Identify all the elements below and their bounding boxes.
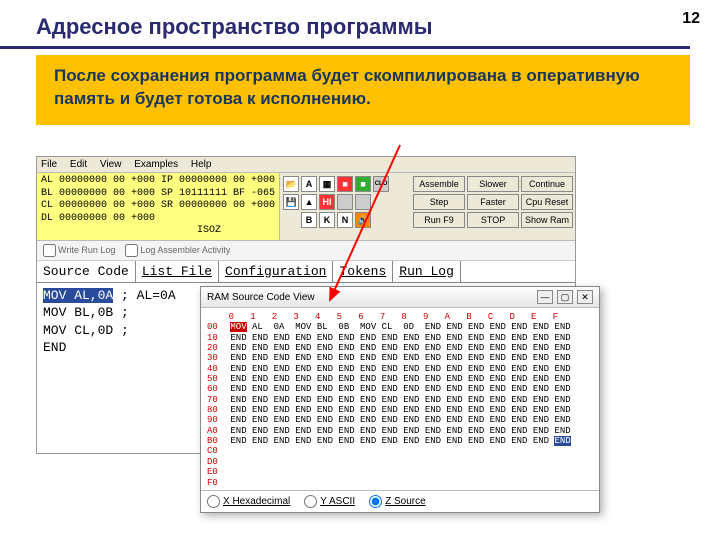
red-icon[interactable]: ■ [337, 176, 353, 192]
g2-icon[interactable] [355, 194, 371, 210]
callout-box: После сохранения программа будет скомпил… [36, 55, 690, 125]
tab-tokens[interactable]: Tokens [333, 261, 393, 282]
tab-runlog[interactable]: Run Log [393, 261, 461, 282]
ram-view-mode: X Hexadecimal Y ASCII Z Source [201, 490, 599, 512]
slower-button[interactable]: Slower [467, 176, 519, 192]
run-button[interactable]: Run F9 [413, 212, 465, 228]
sound-icon[interactable]: 🔊 [355, 212, 371, 228]
radio-ascii[interactable] [304, 495, 317, 508]
write-run-log-checkbox[interactable] [43, 244, 56, 257]
a-icon[interactable]: A [301, 176, 317, 192]
menu-examples[interactable]: Examples [134, 159, 178, 170]
radio-source-label: Z Source [385, 496, 426, 507]
faster-button[interactable]: Faster [467, 194, 519, 210]
g1-icon[interactable] [337, 194, 353, 210]
ram-grid: 0 1 2 3 4 5 6 7 8 9 A B C D E F00 MOV AL… [201, 308, 599, 490]
hi-icon[interactable]: HI [319, 194, 335, 210]
up-icon[interactable]: ▲ [301, 194, 317, 210]
editor-tabs: Source Code List File Configuration Toke… [37, 261, 575, 283]
control-buttons: Assemble Slower Continue Step Faster Cpu… [410, 173, 576, 240]
stop-button[interactable]: STOP [467, 212, 519, 228]
menu-help[interactable]: Help [191, 159, 212, 170]
grid-icon[interactable]: ▦ [319, 176, 335, 192]
src-line-0-rest: ; AL=0A [113, 288, 175, 303]
ram-window: RAM Source Code View — ▢ ✕ 0 1 2 3 4 5 6… [200, 286, 600, 513]
register-panel: AL 00000000 00 +000 IP 00000000 00 +000 … [37, 173, 280, 240]
b-icon[interactable]: B [301, 212, 317, 228]
radio-source[interactable] [369, 495, 382, 508]
toolbar-icons: 📂 A ▦ ■ ■ CLO 💾 ▲ HI B K N 🔊 [280, 173, 410, 240]
ram-title-text: RAM Source Code View [207, 292, 315, 303]
minimize-icon[interactable]: — [537, 290, 553, 304]
radio-ascii-label: Y ASCII [320, 496, 355, 507]
radio-hex[interactable] [207, 495, 220, 508]
save-icon[interactable]: 💾 [283, 194, 299, 210]
menu-bar: File Edit View Examples Help [37, 157, 575, 173]
step-button[interactable]: Step [413, 194, 465, 210]
maximize-icon[interactable]: ▢ [557, 290, 573, 304]
log-asm-checkbox[interactable] [125, 244, 138, 257]
menu-file[interactable]: File [41, 159, 57, 170]
tab-source[interactable]: Source Code [37, 261, 136, 282]
slide-title: Адресное пространство программы [0, 0, 690, 49]
tab-config[interactable]: Configuration [219, 261, 333, 282]
tab-list[interactable]: List File [136, 261, 219, 282]
log-asm-label: Log Assembler Activity [140, 244, 230, 254]
cpu-reset-button[interactable]: Cpu Reset [521, 194, 573, 210]
src-line-0-hl: MOV AL,0A [43, 288, 113, 303]
write-run-log-label: Write Run Log [58, 244, 115, 254]
assemble-button[interactable]: Assemble [413, 176, 465, 192]
show-ram-button[interactable]: Show Ram [521, 212, 573, 228]
menu-view[interactable]: View [100, 159, 122, 170]
n-icon[interactable]: N [337, 212, 353, 228]
open-icon[interactable]: 📂 [283, 176, 299, 192]
green-icon[interactable]: ■ [355, 176, 371, 192]
menu-edit[interactable]: Edit [70, 159, 87, 170]
slide-number: 12 [682, 10, 700, 28]
k-icon[interactable]: K [319, 212, 335, 228]
continue-button[interactable]: Continue [521, 176, 573, 192]
radio-hex-label: X Hexadecimal [223, 496, 290, 507]
log-options: Write Run Log Log Assembler Activity [37, 241, 575, 261]
close-icon[interactable]: ✕ [577, 290, 593, 304]
clo-icon[interactable]: CLO [373, 176, 389, 192]
